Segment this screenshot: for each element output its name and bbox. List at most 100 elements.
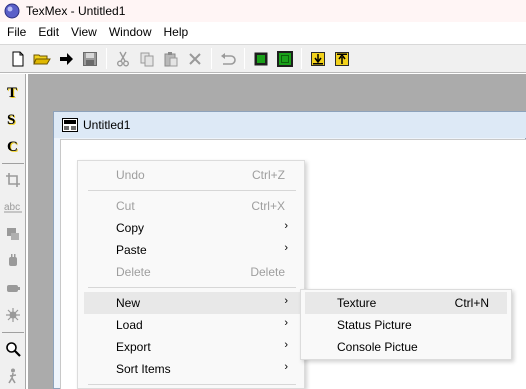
status-letter-shadow: S: [7, 112, 15, 128]
texture-tool-button[interactable]: T T: [1, 80, 25, 104]
palette-separator: [2, 163, 24, 164]
save-button[interactable]: [78, 47, 101, 70]
open-button[interactable]: [30, 47, 53, 70]
walking-figure-icon: [8, 368, 17, 384]
green-frame-button[interactable]: [273, 47, 296, 70]
texture-label: Texture: [337, 296, 377, 310]
cut-label: Cut: [116, 199, 135, 213]
submenu-item-status-picture[interactable]: Status Picture: [305, 314, 507, 336]
console-tool-button[interactable]: C C: [1, 134, 25, 158]
submenu-arrow-icon: ›: [284, 295, 288, 307]
new-label: New: [116, 296, 141, 310]
copy-label: Copy: [116, 221, 145, 235]
export-icon: [334, 51, 349, 66]
status-tool-button[interactable]: S S: [1, 107, 25, 131]
import-icon: [310, 51, 325, 66]
menu-separator: [88, 287, 296, 288]
submenu-item-texture[interactable]: Texture Ctrl+N: [305, 292, 507, 314]
menu-item-cut[interactable]: Cut Ctrl+X: [84, 195, 300, 217]
undo-shortcut: Ctrl+Z: [252, 168, 285, 182]
console-letter-shadow: C: [7, 139, 18, 155]
cut-button[interactable]: [111, 47, 134, 70]
plug-icon: [9, 254, 17, 266]
cut-icon: [116, 51, 129, 66]
submenu-arrow-icon: ›: [284, 242, 288, 254]
walk-tool-button[interactable]: [1, 364, 25, 388]
context-menu: Undo Ctrl+Z Cut Ctrl+X Copy › Paste › De…: [77, 160, 305, 389]
console-picture-label: Console Pictue: [337, 340, 418, 354]
menu-file[interactable]: File: [0, 22, 32, 42]
magnifier-icon: [6, 342, 21, 357]
delete-icon: [188, 52, 201, 65]
menu-item-copy[interactable]: Copy ›: [84, 217, 300, 239]
menu-window[interactable]: Window: [103, 22, 158, 42]
crop-tool-button[interactable]: [1, 168, 25, 192]
load-label: Load: [116, 318, 143, 332]
zoom-tool-button[interactable]: [1, 337, 25, 361]
paste-button[interactable]: [159, 47, 182, 70]
export-label: Export: [116, 340, 151, 354]
submenu-arrow-icon: ›: [284, 220, 288, 232]
submenu-arrow-icon: ›: [284, 361, 288, 373]
green-square-icon: [254, 52, 267, 65]
submenu-arrow-icon: ›: [284, 339, 288, 351]
texture-letter-shadow: T: [7, 85, 17, 101]
menu-edit[interactable]: Edit: [32, 22, 65, 42]
spark-tool-button[interactable]: [1, 303, 25, 327]
forward-button[interactable]: [54, 47, 77, 70]
menu-item-undo[interactable]: Undo Ctrl+Z: [84, 164, 300, 186]
undo-button[interactable]: [216, 47, 239, 70]
new-file-button[interactable]: [6, 47, 29, 70]
status-picture-label: Status Picture: [337, 318, 412, 332]
document-icon: [62, 118, 78, 132]
menu-separator: [88, 190, 296, 191]
menu-item-export[interactable]: Export ›: [84, 336, 300, 358]
status-s-icon: S S: [7, 112, 16, 128]
new-submenu: Texture Ctrl+N Status Picture Console Pi…: [300, 289, 512, 360]
open-folder-icon: [32, 54, 51, 64]
undo-icon: [220, 52, 236, 65]
spark-icon: [6, 308, 20, 322]
menu-separator: [88, 384, 296, 385]
menu-item-load[interactable]: Load ›: [84, 314, 300, 336]
copy-icon: [140, 52, 153, 66]
undo-label: Undo: [116, 168, 145, 182]
console-c-icon: C C: [7, 139, 19, 155]
submenu-item-console-picture[interactable]: Console Pictue: [305, 336, 507, 358]
text-tool-button[interactable]: abc: [1, 195, 25, 219]
delete-shortcut: Delete: [250, 265, 285, 279]
sort-items-label: Sort Items: [116, 362, 171, 376]
menu-help[interactable]: Help: [158, 22, 195, 42]
submenu-arrow-icon: ›: [284, 317, 288, 329]
copy-button[interactable]: [135, 47, 158, 70]
menu-item-delete[interactable]: Delete Delete: [84, 261, 300, 283]
title-bar: TexMex - Untitled1: [0, 0, 526, 22]
app-logo-icon: [4, 3, 20, 19]
document-title: Untitled1: [83, 118, 131, 132]
import-button[interactable]: [306, 47, 329, 70]
battery-tool-button[interactable]: [1, 276, 25, 300]
plug-tool-button[interactable]: [1, 249, 25, 273]
green-square-button[interactable]: [249, 47, 272, 70]
toolbar-separator: [244, 48, 245, 69]
menu-view[interactable]: View: [65, 22, 103, 42]
abc-label: abc: [4, 202, 20, 213]
layers-icon: [7, 228, 19, 240]
menu-item-sort-items[interactable]: Sort Items ›: [84, 358, 300, 380]
forward-arrow-icon: [59, 52, 73, 65]
crop-icon: [6, 173, 20, 187]
delete-label: Delete: [116, 265, 151, 279]
export-button[interactable]: [330, 47, 353, 70]
palette-separator: [2, 332, 24, 333]
toolbar-separator: [106, 48, 107, 69]
new-file-icon: [12, 51, 23, 66]
layers-tool-button[interactable]: [1, 222, 25, 246]
toolbar-separator: [301, 48, 302, 69]
toolbar-separator: [211, 48, 212, 69]
texture-shortcut: Ctrl+N: [454, 296, 489, 310]
menu-item-paste[interactable]: Paste ›: [84, 239, 300, 261]
document-title-bar[interactable]: Untitled1: [54, 112, 526, 138]
texture-t-icon: T T: [7, 85, 18, 101]
delete-button[interactable]: [183, 47, 206, 70]
menu-item-new[interactable]: New ›: [84, 292, 300, 314]
